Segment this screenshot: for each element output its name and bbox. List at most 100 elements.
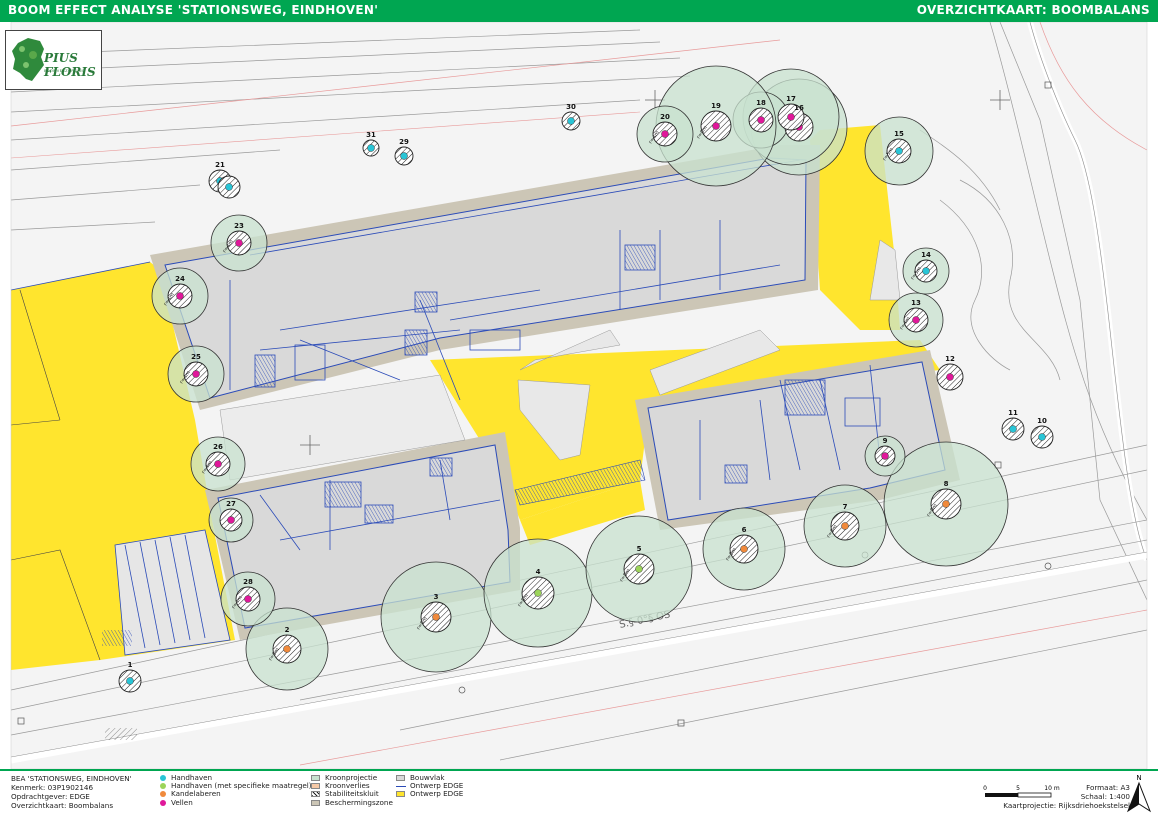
legend-item: Ontwerp EDGE	[396, 790, 463, 798]
tree-number-label: 8	[944, 480, 949, 488]
tree-status-icon	[757, 116, 765, 124]
beschermingszone-icon	[311, 799, 320, 806]
tree-9[interactable]	[874, 445, 896, 467]
stabiliteitskluit-icon	[311, 791, 320, 798]
map-footer: BEA 'STATIONSWEG, EINDHOVEN' Kenmerk: 03…	[0, 769, 1158, 817]
tree-status-icon	[661, 130, 669, 138]
north-arrow-icon: N	[1126, 774, 1152, 813]
tree-number-label: 10	[1037, 417, 1047, 425]
map-scale: Schaal: 1:400	[1080, 792, 1130, 801]
tree-status-icon	[225, 183, 233, 191]
bouwvlak-icon	[396, 775, 405, 782]
tree-status-icon	[244, 595, 252, 603]
tree-number-label: 16	[794, 104, 804, 112]
tree-status-icon	[367, 144, 375, 152]
logo-subtitle: BOOMVERZORGING	[44, 69, 86, 73]
tree-status-icon	[534, 589, 542, 597]
tree-number-label: 20	[660, 113, 670, 121]
tree-10[interactable]	[1030, 425, 1054, 449]
tree-1[interactable]	[118, 669, 142, 693]
tree-number-label: 11	[1008, 409, 1018, 417]
tree-status-icon	[176, 292, 184, 300]
tree-status-icon	[946, 373, 954, 381]
tree-number-label: 30	[566, 103, 576, 111]
title-bar: BOOM EFFECT ANALYSE 'STATIONSWEG, EINDHO…	[0, 0, 1158, 22]
project-title: BEA 'STATIONSWEG, EINDHOVEN'	[11, 774, 132, 783]
tree-number-label: 18	[756, 99, 766, 107]
vellen-icon	[160, 799, 166, 806]
tree-18[interactable]	[748, 107, 774, 133]
tree-status-icon	[912, 316, 920, 324]
project-info: BEA 'STATIONSWEG, EINDHOVEN' Kenmerk: 03…	[11, 774, 132, 810]
tree-31[interactable]	[362, 139, 380, 157]
tree-number-label: 31	[366, 131, 376, 139]
handhaven-maatregel-icon	[160, 783, 166, 790]
tree-27[interactable]	[219, 508, 243, 532]
ontwerp-fill-icon	[396, 791, 405, 798]
project-reference: Kenmerk: 03P1902146	[11, 783, 94, 792]
tree-number-label: 27	[226, 500, 236, 508]
tree-number-label: 3	[434, 593, 439, 601]
map-projection: Kaartprojectie: Rijksdriehoekstelsel	[1003, 801, 1130, 810]
tree-11[interactable]	[1001, 417, 1025, 441]
tree-number-label: 5	[637, 545, 642, 553]
tree-status-icon	[126, 677, 134, 685]
tree-number-label: 28	[243, 578, 253, 586]
tree-status-icon	[400, 152, 408, 160]
tree-number-label: 2	[285, 626, 290, 634]
tree-number-label: 7	[843, 503, 848, 511]
kroonprojectie-icon	[311, 775, 320, 782]
client: Opdrachtgever: EDGE	[11, 792, 90, 801]
tree-status-icon	[881, 452, 889, 460]
tree-status-icon	[922, 267, 930, 275]
tree-status-icon	[214, 460, 222, 468]
tree-number-label: 29	[399, 138, 409, 146]
tree-number-label: 25	[191, 353, 201, 361]
tree-22[interactable]	[217, 175, 241, 199]
tree-number-label: 13	[911, 299, 921, 307]
ontwerp-line-icon	[396, 785, 406, 787]
tree-status-icon	[432, 613, 440, 621]
legend-tree-status: Handhaven Handhaven (met specifieke maat…	[160, 773, 312, 807]
tree-status-icon	[841, 522, 849, 530]
tree-status-icon	[227, 516, 235, 524]
legend-item: Beschermingszone	[311, 798, 393, 807]
map-subtitle: OVERZICHTKAART: BOOMBALANS	[916, 3, 1150, 17]
tree-number-label: 17	[786, 95, 796, 103]
tree-number-label: 4	[536, 568, 541, 576]
tree-status-icon	[283, 645, 291, 653]
legend-zones: Kroonprojectie Kroonverlies Stabiliteits…	[311, 773, 393, 807]
tree-number-label: 9	[883, 437, 888, 445]
kandelaberen-icon	[160, 791, 166, 798]
scale-tick-0: 0	[983, 785, 987, 792]
tree-number-label: 14	[921, 251, 931, 259]
tree-status-icon	[712, 122, 720, 130]
netherlands-map-icon	[12, 38, 44, 81]
tree-29[interactable]	[394, 146, 414, 166]
tree-number-label: 15	[894, 130, 904, 138]
tree-status-icon	[895, 147, 903, 155]
tree-status-icon	[942, 500, 950, 508]
tree-status-icon	[635, 565, 643, 573]
map-canvas[interactable]: S.§-0°§ OS	[0, 22, 1158, 769]
tree-number-label: 24	[175, 275, 185, 283]
legend-design: Bouwvlak Ontwerp EDGE Ontwerp EDGE	[396, 773, 463, 799]
logo-name: PIUS FLORIS	[44, 51, 96, 79]
tree-number-label: 23	[234, 222, 244, 230]
handhaven-icon	[160, 775, 166, 782]
tree-status-icon	[740, 545, 748, 553]
map-metadata: Formaat: A3 Schaal: 1:400 Kaartprojectie…	[1003, 783, 1130, 810]
tree-30[interactable]	[561, 111, 581, 131]
legend-item: Vellen	[160, 798, 312, 807]
map-title: BOOM EFFECT ANALYSE 'STATIONSWEG, EINDHO…	[8, 3, 379, 17]
tree-number-label: 1	[128, 661, 133, 669]
tree-number-label: 21	[215, 161, 225, 169]
tree-number-label: 26	[213, 443, 223, 451]
tree-number-label: 19	[711, 102, 721, 110]
tree-status-icon	[567, 117, 575, 125]
tree-number-label: 6	[742, 526, 747, 534]
tree-12[interactable]	[936, 363, 964, 391]
north-label: N	[1136, 774, 1141, 782]
tree-status-icon	[1009, 425, 1017, 433]
company-logo: PIUS FLORIS BOOMVERZORGING	[5, 30, 102, 90]
